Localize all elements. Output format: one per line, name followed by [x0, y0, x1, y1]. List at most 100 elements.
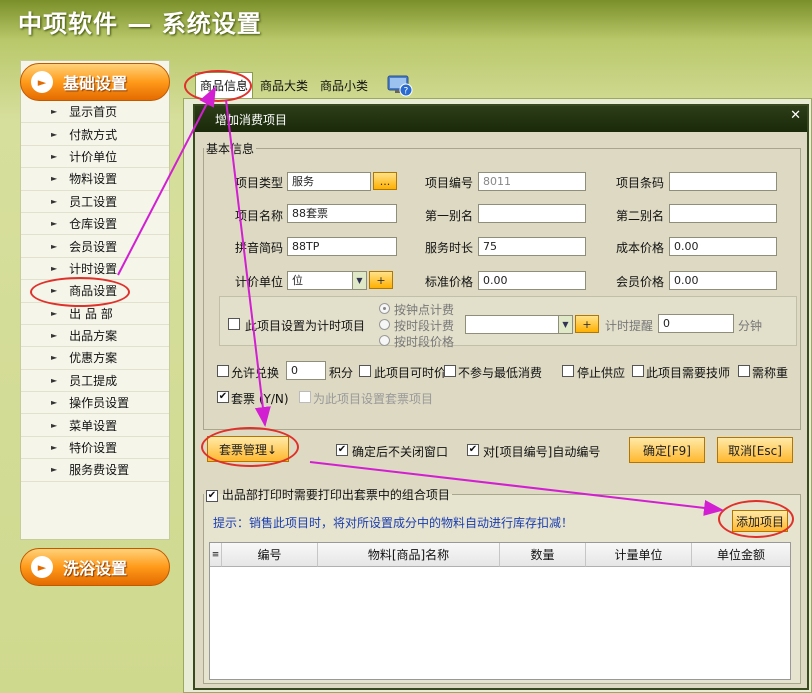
print-combo-checkbox[interactable]: ✔ [206, 489, 218, 502]
timed-item-checkbox[interactable] [228, 318, 240, 330]
sidebar-item[interactable]: ► 员工设置 [21, 191, 169, 213]
column-header-quantity[interactable]: 数量 [500, 543, 586, 567]
sidebar-item[interactable]: ► 操作员设置 [21, 392, 169, 415]
sidebar-item-label: 会员设置 [69, 239, 118, 254]
duration-label: 服务时长 [425, 241, 474, 255]
column-header-unit-amount[interactable]: 单位金额 [692, 543, 790, 567]
timing-reminder-label: 计时提醒 [605, 319, 654, 333]
column-header-unit[interactable]: 计量单位 [586, 543, 692, 567]
bullet-arrow-icon: ► [51, 151, 58, 161]
cancel-button[interactable]: 取消[Esc] [717, 437, 793, 463]
grid-menu-icon[interactable]: ≡ [210, 543, 222, 567]
sidebar-item-label: 特价设置 [69, 441, 118, 456]
play-icon: ► [31, 71, 53, 93]
bullet-arrow-icon: ► [51, 420, 58, 430]
sidebar-item[interactable]: ► 物料设置 [21, 168, 169, 191]
need-weighing-checkbox[interactable] [738, 365, 750, 377]
radio-bell-billing[interactable] [379, 303, 390, 314]
need-technician-checkbox[interactable] [632, 365, 644, 377]
std-price-field[interactable]: 0.00 [478, 271, 586, 290]
close-icon[interactable]: ✕ [790, 108, 801, 123]
keep-open-checkbox[interactable]: ✔ [336, 444, 348, 456]
sidebar-item[interactable]: ► 出品方案 [21, 325, 169, 348]
radio-period-price[interactable] [379, 335, 390, 346]
add-period-button[interactable]: + [575, 315, 599, 333]
radio-bell-billing-label: 按钟点计费 [394, 303, 455, 317]
timing-reminder-field[interactable]: 0 [658, 314, 734, 333]
bullet-arrow-icon: ► [51, 196, 58, 206]
unit-select[interactable]: 位 ▼ [287, 271, 367, 290]
tab-product-category[interactable]: 商品大类 [256, 72, 312, 98]
allow-exchange-checkbox[interactable] [217, 365, 229, 377]
sidebar-item[interactable]: ► 计价单位 [21, 146, 169, 169]
dialog-title: 增加消费项目 [195, 106, 807, 132]
item-name-field[interactable]: 88套票 [287, 204, 397, 223]
item-type-field[interactable]: 服务 [287, 172, 371, 191]
column-header-code[interactable]: 编号 [222, 543, 318, 567]
package-set-checkbox[interactable] [299, 391, 311, 403]
sidebar-item[interactable]: ► 服务费设置 [21, 459, 169, 482]
sidebar-item[interactable]: ► 员工提成 [21, 370, 169, 393]
item-code-label: 项目编号 [425, 176, 474, 190]
member-price-field[interactable]: 0.00 [669, 271, 777, 290]
bullet-arrow-icon: ► [51, 107, 58, 117]
bullet-arrow-icon: ► [51, 286, 58, 296]
sidebar-item[interactable]: ► 出 品 部 [21, 303, 169, 325]
item-type-browse-button[interactable]: ... [373, 172, 397, 190]
sidebar-item[interactable]: ► 优惠方案 [21, 347, 169, 370]
time-price-checkbox[interactable] [359, 365, 371, 377]
monitor-help-icon[interactable]: ? [386, 74, 414, 98]
add-item-button[interactable]: 添加项目 [732, 510, 788, 532]
alias1-field[interactable] [478, 204, 586, 223]
sidebar-item[interactable]: ► 仓库设置 [21, 213, 169, 236]
radio-period-billing[interactable] [379, 319, 390, 330]
exchange-points-field[interactable]: 0 [286, 361, 326, 380]
tab-product-subcategory[interactable]: 商品小类 [316, 72, 372, 98]
sidebar-item-label: 仓库设置 [69, 217, 118, 232]
time-price-label: 此项目可时价 [374, 366, 447, 380]
add-unit-button[interactable]: + [369, 271, 393, 289]
bullet-arrow-icon: ► [51, 353, 58, 363]
bullet-arrow-icon: ► [51, 375, 58, 385]
sidebar-item[interactable]: ► 付款方式 [21, 123, 169, 146]
stop-supply-label: 停止供应 [577, 366, 626, 380]
timed-item-label: 此项目设置为计时项目 [245, 319, 366, 333]
period-select[interactable]: ▼ [465, 315, 573, 334]
sidebar-item-label: 优惠方案 [69, 351, 118, 366]
cost-price-field[interactable]: 0.00 [669, 237, 777, 256]
sidebar-item[interactable]: ► 会员设置 [21, 235, 169, 258]
sidebar-item[interactable]: ► 商品设置 [21, 280, 169, 303]
no-min-consumption-label: 不参与最低消费 [458, 366, 543, 380]
app-title: 中项软件 — 系统设置 [18, 10, 262, 38]
sidebar-item-label: 出品方案 [69, 329, 118, 344]
items-grid[interactable]: ≡ 编号 物料[商品]名称 数量 计量单位 单位金额 [209, 542, 791, 680]
sidebar-item[interactable]: ► 计时设置 [21, 258, 169, 281]
item-code-field[interactable]: 8011 [478, 172, 586, 191]
tab-product-info[interactable]: 商品信息 [195, 72, 254, 98]
stop-supply-checkbox[interactable] [562, 365, 574, 377]
confirm-button[interactable]: 确定[F9] [629, 437, 705, 463]
item-barcode-field[interactable] [669, 172, 777, 191]
unit-label: 计价单位 [235, 275, 284, 289]
package-management-button[interactable]: 套票管理↓ [207, 436, 289, 462]
package-label: 套票 (Y/N) [231, 392, 289, 406]
sidebar-item-label: 计时设置 [69, 261, 118, 276]
sidebar-item[interactable]: ► 显示首页 [21, 101, 169, 124]
package-checkbox[interactable]: ✔ [217, 391, 229, 403]
sidebar-item[interactable]: ► 特价设置 [21, 437, 169, 460]
sidebar-item[interactable]: ► 菜单设置 [21, 414, 169, 437]
sidebar-item-label: 显示首页 [69, 105, 118, 120]
no-min-consumption-checkbox[interactable] [444, 365, 456, 377]
section-basic-settings[interactable]: ► 基础设置 [20, 63, 170, 101]
item-type-label: 项目类型 [235, 176, 284, 190]
section-bath-settings[interactable]: ► 洗浴设置 [20, 548, 170, 586]
column-header-material-name[interactable]: 物料[商品]名称 [318, 543, 500, 567]
auto-number-checkbox[interactable]: ✔ [467, 444, 479, 456]
chevron-down-icon[interactable]: ▼ [558, 316, 572, 333]
chevron-down-icon[interactable]: ▼ [352, 272, 366, 289]
pinyin-field[interactable]: 88TP [287, 237, 397, 256]
package-set-label: 为此项目设置套票项目 [313, 392, 434, 406]
alias2-field[interactable] [669, 204, 777, 223]
duration-field[interactable]: 75 [478, 237, 586, 256]
bullet-arrow-icon: ► [51, 308, 58, 318]
